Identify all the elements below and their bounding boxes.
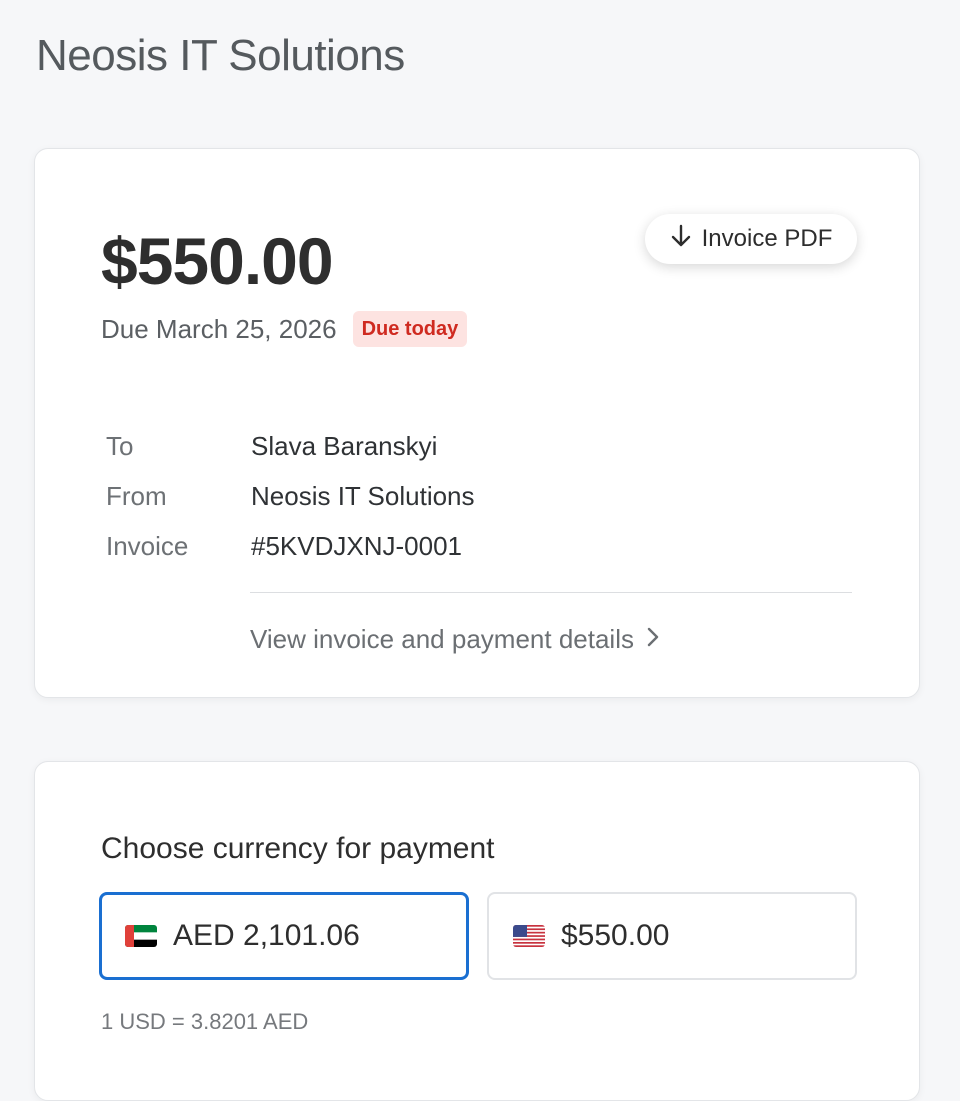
detail-label-to: To — [106, 430, 134, 461]
due-info: Due March 25, 2026 Due today — [101, 311, 468, 347]
detail-label-from: From — [106, 480, 167, 511]
invoice-details: To Slava Baranskyi From Neosis IT Soluti… — [106, 421, 475, 571]
invoice-pdf-button[interactable]: Invoice PDF — [645, 214, 857, 264]
currency-selection-card: Choose currency for payment AED 2,101.06 — [34, 761, 920, 1101]
detail-value-recipient: Slava Baranskyi — [251, 430, 438, 461]
view-invoice-details-link[interactable]: View invoice and payment details — [250, 621, 660, 657]
chevron-right-icon — [646, 621, 660, 657]
details-divider — [250, 592, 852, 593]
due-status-badge: Due today — [352, 311, 468, 347]
due-date: Due March 25, 2026 — [101, 314, 337, 344]
detail-value-invoice-number: #5KVDJXNJ-0001 — [251, 530, 462, 561]
currency-option-usd[interactable]: $550.00 — [487, 892, 857, 980]
detail-value-sender: Neosis IT Solutions — [251, 480, 475, 511]
currency-amount-usd: $550.00 — [561, 919, 670, 952]
currency-amount-aed: AED 2,101.06 — [173, 919, 360, 952]
us-flag-icon — [513, 925, 545, 947]
download-arrow-icon — [670, 223, 692, 256]
invoice-pdf-label: Invoice PDF — [701, 225, 833, 252]
invoice-summary-card: $550.00 Invoice PDF Due March 25, 2026 D… — [34, 148, 920, 698]
merchant-name: Neosis IT Solutions — [36, 31, 405, 80]
view-invoice-details-label: View invoice and payment details — [250, 624, 634, 654]
detail-row-invoice: Invoice #5KVDJXNJ-0001 — [106, 521, 475, 571]
detail-label-invoice: Invoice — [106, 530, 189, 561]
detail-row-to: To Slava Baranskyi — [106, 421, 475, 471]
currency-heading: Choose currency for payment — [101, 832, 495, 865]
uae-flag-icon — [125, 925, 157, 947]
exchange-rate-text: 1 USD = 3.8201 AED — [101, 1009, 309, 1034]
detail-row-from: From Neosis IT Solutions — [106, 471, 475, 521]
invoice-amount: $550.00 — [101, 224, 334, 298]
currency-option-aed[interactable]: AED 2,101.06 — [99, 892, 469, 980]
